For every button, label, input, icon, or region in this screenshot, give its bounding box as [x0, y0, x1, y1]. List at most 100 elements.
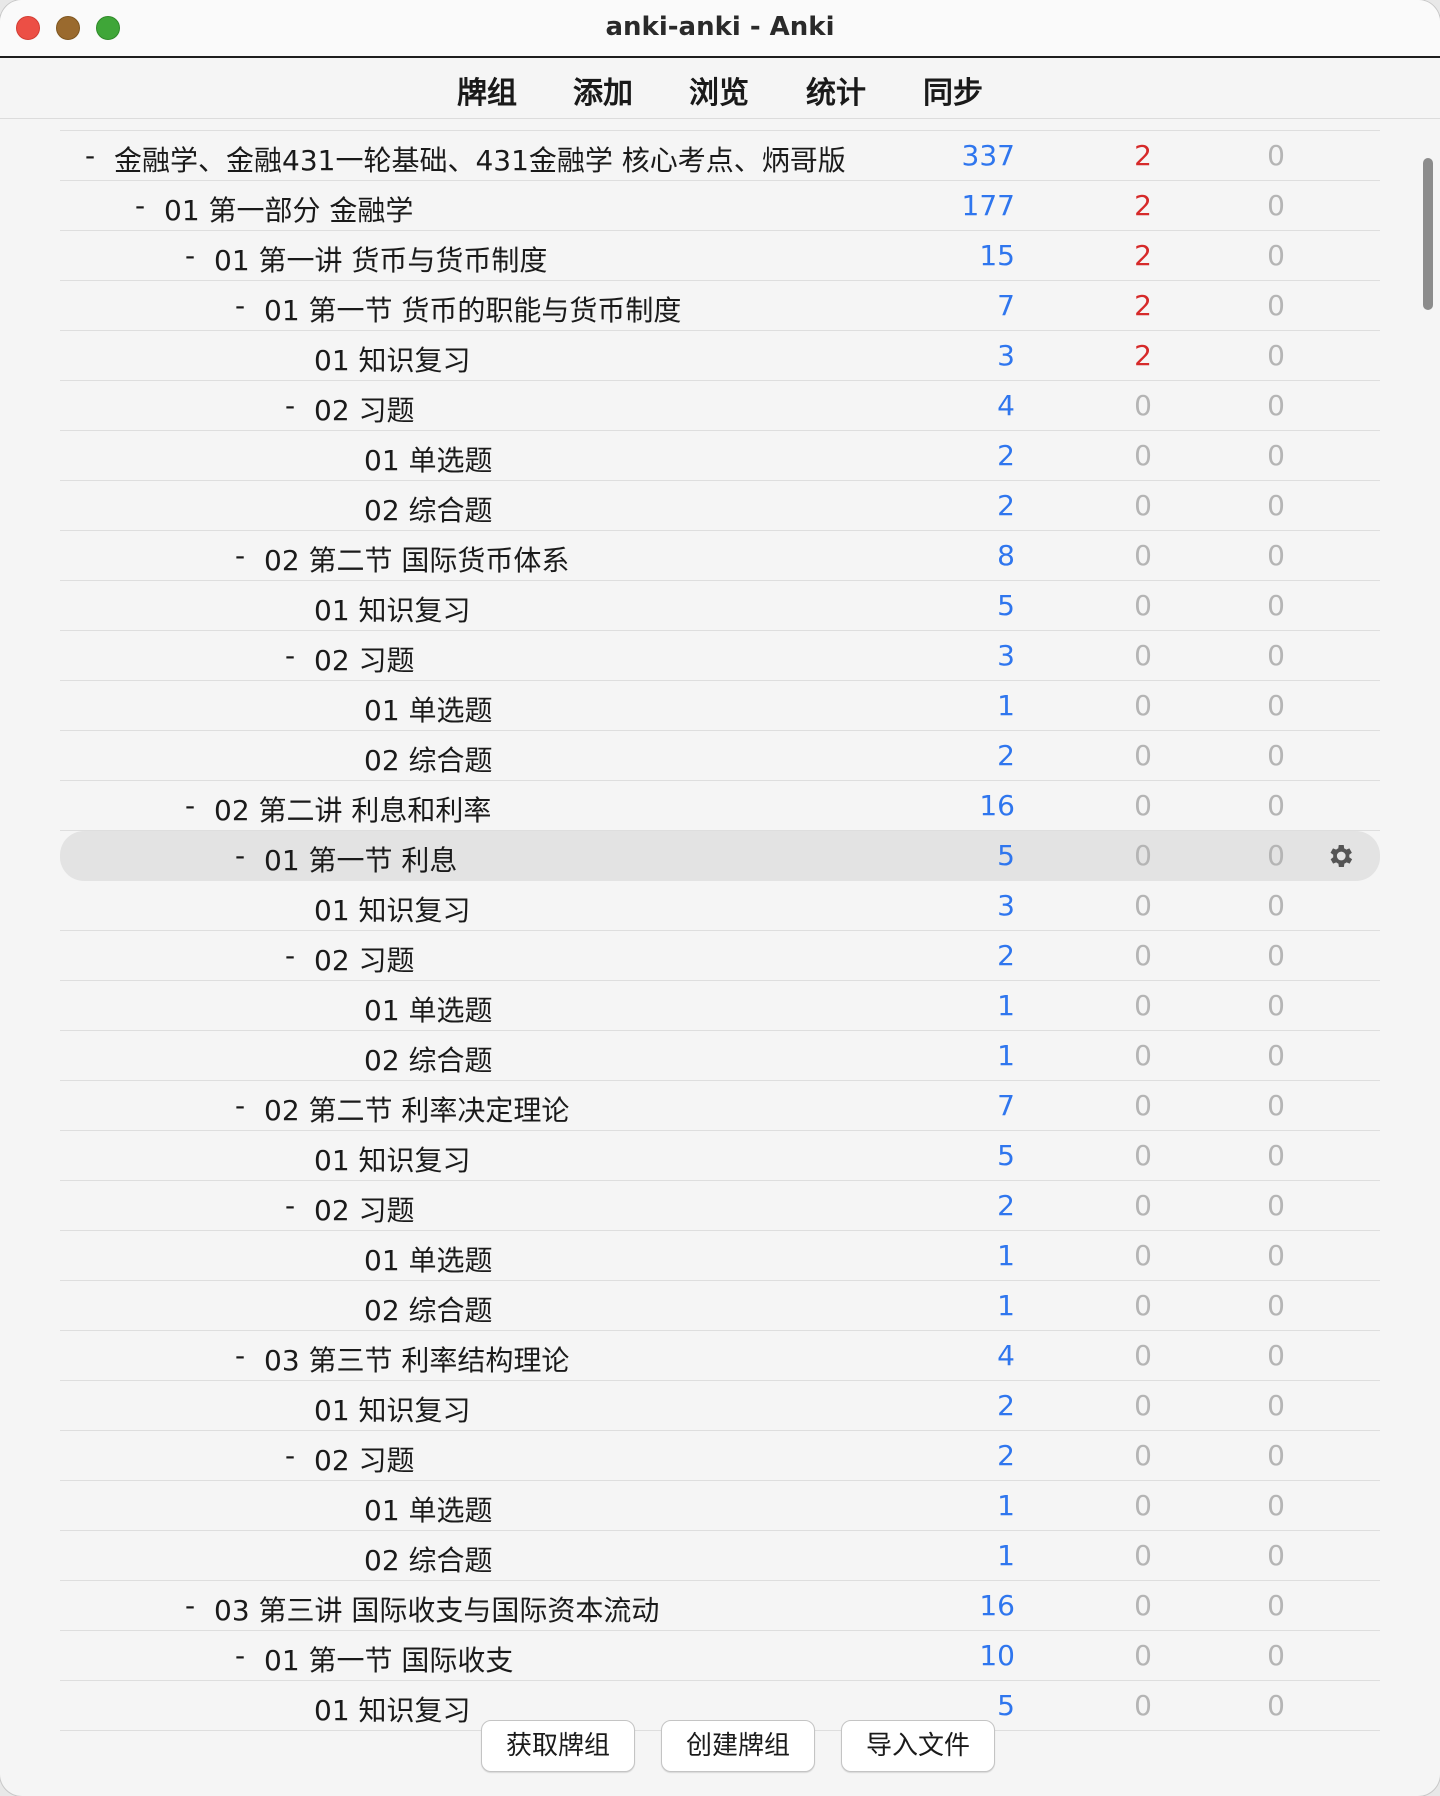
deck-row[interactable]: 02 综合题 2 0 0	[60, 731, 1380, 781]
deck-name[interactable]: 02 习题	[314, 389, 415, 429]
deck-row[interactable]: -01 第一节 利息 5 0 0	[60, 831, 1380, 881]
deck-row[interactable]: -03 第三节 利率结构理论 4 0 0	[60, 1331, 1380, 1381]
deck-row[interactable]: - 金融学、金融431一轮基础、431金融学 核心考点、炳哥版 337 2 0	[60, 130, 1380, 181]
collapse-toggle[interactable]: -	[230, 539, 250, 572]
deck-name[interactable]: 01 第一节 货币的职能与货币制度	[264, 289, 681, 329]
collapse-toggle[interactable]: -	[230, 1089, 250, 1122]
deck-row[interactable]: -02 第二节 利率决定理论 7 0 0	[60, 1081, 1380, 1131]
deck-name[interactable]: 02 习题	[314, 639, 415, 679]
collapse-toggle[interactable]: -	[80, 139, 100, 172]
deck-name[interactable]: 02 综合题	[364, 1539, 493, 1579]
collapse-toggle[interactable]: -	[180, 1589, 200, 1622]
deck-row[interactable]: -03 第三讲 国际收支与国际资本流动 16 0 0	[60, 1581, 1380, 1631]
learn-count: 0	[1134, 839, 1152, 872]
deck-name[interactable]: 01 单选题	[364, 689, 493, 729]
deck-name[interactable]: 03 第三讲 国际收支与国际资本流动	[214, 1589, 659, 1629]
deck-row[interactable]: -02 习题 3 0 0	[60, 631, 1380, 681]
deck-row[interactable]: -02 习题 2 0 0	[60, 931, 1380, 981]
deck-name[interactable]: 01 单选题	[364, 1239, 493, 1279]
review-count: 0	[1267, 839, 1285, 872]
deck-name[interactable]: 02 习题	[314, 1439, 415, 1479]
learn-count: 0	[1134, 539, 1152, 572]
deck-row[interactable]: -02 习题 2 0 0	[60, 1181, 1380, 1231]
toolbar-add[interactable]: 添加	[573, 68, 633, 112]
scrollbar-track[interactable]	[1420, 130, 1436, 1690]
deck-row[interactable]: 01 知识复习 5 0 0	[60, 1131, 1380, 1181]
deck-row[interactable]: 01 单选题 2 0 0	[60, 431, 1380, 481]
deck-row[interactable]: 01 单选题 1 0 0	[60, 981, 1380, 1031]
collapse-toggle[interactable]: -	[180, 239, 200, 272]
deck-row[interactable]: -01 第一讲 货币与货币制度 15 2 0	[60, 231, 1380, 281]
deck-row[interactable]: 02 综合题 1 0 0	[60, 1031, 1380, 1081]
collapse-toggle[interactable]: -	[130, 189, 150, 222]
deck-name[interactable]: 02 第二讲 利息和利率	[214, 789, 491, 829]
deck-name[interactable]: 01 知识复习	[314, 889, 471, 929]
deck-row[interactable]: 01 单选题 1 0 0	[60, 681, 1380, 731]
deck-row[interactable]: -01 第一节 货币的职能与货币制度 7 2 0	[60, 281, 1380, 331]
deck-name[interactable]: 01 第一节 国际收支	[264, 1639, 513, 1679]
deck-row[interactable]: 02 综合题 1 0 0	[60, 1281, 1380, 1331]
deck-name[interactable]: 01 第一节 利息	[264, 839, 457, 879]
deck-name[interactable]: 02 综合题	[364, 489, 493, 529]
toolbar-sync[interactable]: 同步	[923, 68, 983, 112]
deck-name[interactable]: 02 习题	[314, 1189, 415, 1229]
deck-name[interactable]: 03 第三节 利率结构理论	[264, 1339, 569, 1379]
gear-icon[interactable]	[1325, 841, 1355, 871]
deck-name[interactable]: 01 知识复习	[314, 339, 471, 379]
collapse-toggle[interactable]: -	[180, 789, 200, 822]
deck-row[interactable]: 01 知识复习 3 2 0	[60, 331, 1380, 381]
deck-row[interactable]: 01 知识复习 2 0 0	[60, 1381, 1380, 1431]
learn-count: 0	[1134, 989, 1152, 1022]
deck-name[interactable]: 01 第一讲 货币与货币制度	[214, 239, 547, 279]
deck-name[interactable]: 01 第一部分 金融学	[164, 189, 413, 229]
collapse-toggle[interactable]: -	[280, 1439, 300, 1472]
create-deck-button[interactable]: 创建牌组	[661, 1720, 815, 1772]
deck-row[interactable]: 01 知识复习 5 0 0	[60, 581, 1380, 631]
new-count: 4	[997, 1339, 1015, 1372]
deck-row[interactable]: 02 综合题 2 0 0	[60, 481, 1380, 531]
deck-name[interactable]: 01 单选题	[364, 989, 493, 1029]
deck-name[interactable]: 02 第二节 国际货币体系	[264, 539, 569, 579]
deck-name[interactable]: 01 知识复习	[314, 1139, 471, 1179]
deck-row[interactable]: -02 第二节 国际货币体系 8 0 0	[60, 531, 1380, 581]
scrollbar-thumb[interactable]	[1423, 158, 1433, 310]
collapse-toggle[interactable]: -	[280, 939, 300, 972]
toolbar-decks[interactable]: 牌组	[457, 68, 517, 112]
import-file-button[interactable]: 导入文件	[841, 1720, 995, 1772]
deck-row[interactable]: 01 单选题 1 0 0	[60, 1481, 1380, 1531]
collapse-toggle[interactable]: -	[280, 1189, 300, 1222]
deck-row[interactable]: -02 习题 2 0 0	[60, 1431, 1380, 1481]
review-count: 0	[1267, 689, 1285, 722]
deck-row[interactable]: -01 第一部分 金融学 177 2 0	[60, 181, 1380, 231]
learn-count: 0	[1134, 439, 1152, 472]
review-count: 0	[1267, 339, 1285, 372]
deck-name[interactable]: 01 知识复习	[314, 1389, 471, 1429]
deck-row[interactable]: -02 第二讲 利息和利率 16 0 0	[60, 781, 1380, 831]
review-count: 0	[1267, 1639, 1285, 1672]
deck-row[interactable]: 01 知识复习 3 0 0	[60, 881, 1380, 931]
toolbar-browse[interactable]: 浏览	[689, 68, 749, 112]
collapse-toggle[interactable]: -	[230, 839, 250, 872]
deck-name[interactable]: 01 知识复习	[314, 589, 471, 629]
deck-row[interactable]: 02 综合题 1 0 0	[60, 1531, 1380, 1581]
deck-name[interactable]: 02 综合题	[364, 1289, 493, 1329]
deck-name[interactable]: 01 单选题	[364, 1489, 493, 1529]
get-shared-decks-button[interactable]: 获取牌组	[481, 1720, 635, 1772]
deck-row[interactable]: -02 习题 4 0 0	[60, 381, 1380, 431]
learn-count: 0	[1134, 1639, 1152, 1672]
collapse-toggle[interactable]: -	[230, 289, 250, 322]
deck-name[interactable]: 02 综合题	[364, 739, 493, 779]
collapse-toggle[interactable]: -	[280, 389, 300, 422]
toolbar-stats[interactable]: 统计	[806, 68, 866, 112]
collapse-toggle[interactable]: -	[280, 639, 300, 672]
deck-name[interactable]: 02 综合题	[364, 1039, 493, 1079]
learn-count: 0	[1134, 889, 1152, 922]
deck-name[interactable]: 02 第二节 利率决定理论	[264, 1089, 569, 1129]
collapse-toggle[interactable]: -	[230, 1639, 250, 1672]
deck-row[interactable]: -01 第一节 国际收支 10 0 0	[60, 1631, 1380, 1681]
deck-name[interactable]: 金融学、金融431一轮基础、431金融学 核心考点、炳哥版	[114, 139, 846, 179]
deck-row[interactable]: 01 单选题 1 0 0	[60, 1231, 1380, 1281]
deck-name[interactable]: 02 习题	[314, 939, 415, 979]
collapse-toggle[interactable]: -	[230, 1339, 250, 1372]
deck-name[interactable]: 01 单选题	[364, 439, 493, 479]
